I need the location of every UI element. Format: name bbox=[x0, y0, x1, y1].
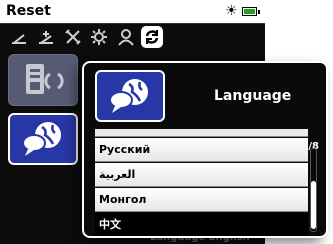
tools-icon[interactable] bbox=[62, 26, 84, 48]
calibrate-icon[interactable] bbox=[35, 26, 57, 48]
device-reset-icon bbox=[26, 64, 64, 94]
window-title: Reset bbox=[6, 3, 51, 19]
language-option[interactable]: Русский bbox=[95, 138, 308, 162]
title-bar: Reset ☀ bbox=[0, 0, 265, 24]
level-icon[interactable] bbox=[8, 26, 30, 48]
language-option-selected[interactable]: 中文 bbox=[95, 213, 308, 236]
language-option[interactable]: Монгол bbox=[95, 188, 308, 212]
factory-reset-tile[interactable] bbox=[8, 54, 78, 106]
reset-icon[interactable] bbox=[141, 26, 163, 48]
user-icon[interactable] bbox=[115, 26, 137, 48]
language-list[interactable]: Русский العربية Монгол 中文 bbox=[95, 129, 308, 236]
sun-icon: ☀ bbox=[225, 3, 238, 19]
settings-gear-icon[interactable] bbox=[88, 26, 110, 48]
chat-globe-icon bbox=[109, 79, 148, 113]
list-item-partial bbox=[95, 129, 308, 137]
scrollbar-thumb[interactable] bbox=[311, 181, 316, 229]
language-option[interactable]: العربية bbox=[95, 163, 308, 187]
dialog-language-icon bbox=[95, 70, 165, 122]
toolbar bbox=[0, 24, 265, 50]
dialog-title: Language bbox=[214, 88, 292, 104]
language-tile[interactable] bbox=[8, 113, 78, 165]
chat-globe-icon bbox=[22, 122, 61, 156]
battery-icon bbox=[242, 7, 260, 16]
language-dialog: Language 8/8 Русский العربية Монгол 中文 bbox=[82, 61, 328, 238]
